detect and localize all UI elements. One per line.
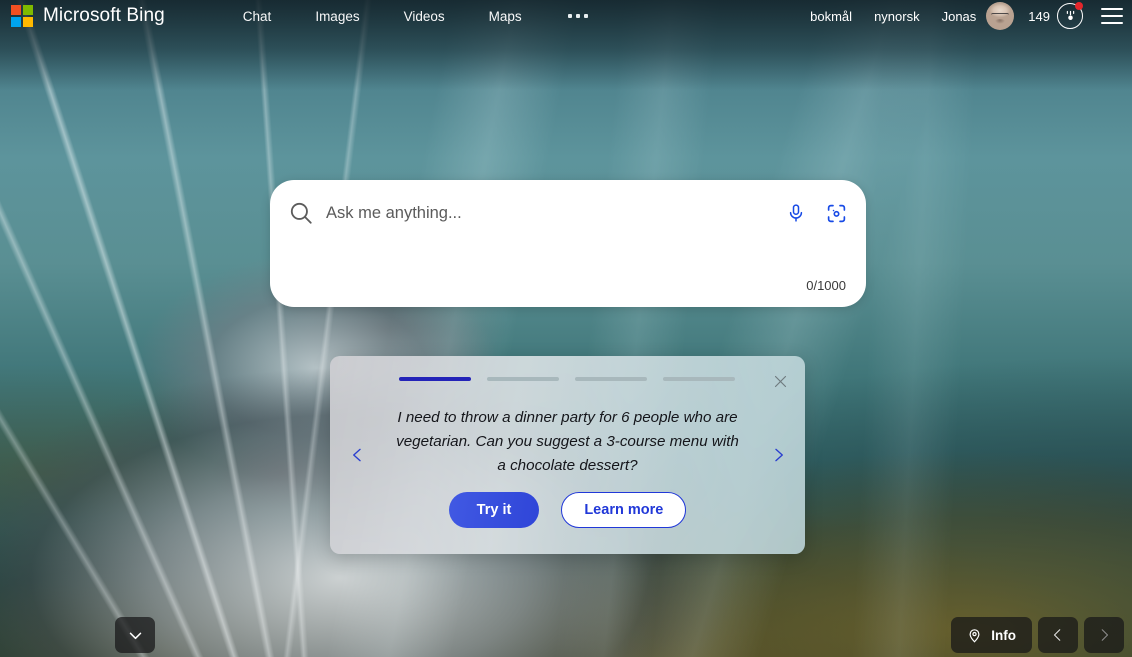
chevron-left-icon [352, 448, 361, 462]
rewards-points-count: 149 [1028, 8, 1050, 24]
brand-title: Microsoft Bing [43, 5, 165, 26]
scroll-down-button[interactable] [115, 617, 155, 653]
prompt-carousel-card: I need to throw a dinner party for 6 peo… [330, 356, 805, 554]
microphone-glyph [789, 204, 803, 222]
language-nynorsk[interactable]: nynorsk [874, 9, 920, 24]
avatar[interactable] [986, 2, 1015, 30]
close-glyph [774, 375, 786, 387]
carousel-prev-button[interactable] [344, 438, 370, 472]
carousel-progress-segment-1[interactable] [399, 377, 471, 381]
ellipsis-icon[interactable] [566, 8, 590, 24]
nav-item-videos[interactable]: Videos [404, 3, 445, 30]
microsoft-logo-icon [11, 5, 33, 27]
carousel-progress-segment-3[interactable] [575, 377, 647, 381]
visual-search-glyph [827, 204, 845, 222]
image-controls: Info [951, 617, 1124, 653]
carousel-progress-segment-2[interactable] [487, 377, 559, 381]
chevron-right-icon [774, 448, 783, 462]
rewards-medal-glyph [1066, 10, 1074, 20]
main-nav: Chat Images Videos Maps [243, 3, 590, 30]
learn-more-button[interactable]: Learn more [561, 492, 687, 528]
search-icon [290, 202, 312, 224]
location-pin-icon [969, 628, 980, 643]
top-navigation-bar: Microsoft Bing Chat Images Videos Maps b… [0, 0, 1132, 32]
rewards-medal-icon[interactable] [1057, 2, 1083, 29]
previous-image-button[interactable] [1038, 617, 1078, 653]
carousel-progress-segment-4[interactable] [663, 377, 735, 381]
nav-item-maps[interactable]: Maps [489, 3, 522, 30]
notification-dot [1075, 2, 1083, 10]
search-action-icons [784, 201, 848, 225]
background-image-lightrays [0, 0, 1132, 657]
chevron-left-icon [1053, 629, 1061, 641]
chevron-down-icon [129, 632, 141, 639]
search-input[interactable] [326, 203, 784, 223]
character-counter: 0/1000 [806, 278, 846, 293]
prompt-text: I need to throw a dinner party for 6 peo… [396, 409, 739, 474]
language-bokmal[interactable]: bokmål [810, 9, 852, 24]
info-label: Info [991, 627, 1016, 643]
brand-area[interactable]: Microsoft Bing [0, 5, 165, 27]
search-box: 0/1000 [270, 180, 866, 307]
nav-item-images[interactable]: Images [315, 3, 359, 30]
header-right-group: bokmål nynorsk Jonas 149 [810, 2, 1132, 30]
close-icon[interactable] [769, 370, 791, 392]
prompt-actions: Try it Learn more [330, 492, 805, 528]
account-name[interactable]: Jonas [942, 9, 977, 24]
try-it-button[interactable]: Try it [448, 492, 540, 528]
microphone-icon[interactable] [784, 201, 808, 225]
info-button[interactable]: Info [951, 617, 1032, 653]
hamburger-menu-icon[interactable] [1101, 8, 1123, 24]
carousel-progress [399, 377, 735, 381]
chevron-right-icon [1101, 629, 1109, 641]
carousel-next-button[interactable] [765, 438, 791, 472]
visual-search-camera-icon[interactable] [824, 201, 848, 225]
search-input-row [270, 180, 866, 232]
next-image-button[interactable] [1084, 617, 1124, 653]
bing-homepage: Microsoft Bing Chat Images Videos Maps b… [0, 0, 1132, 657]
nav-item-chat[interactable]: Chat [243, 3, 272, 30]
